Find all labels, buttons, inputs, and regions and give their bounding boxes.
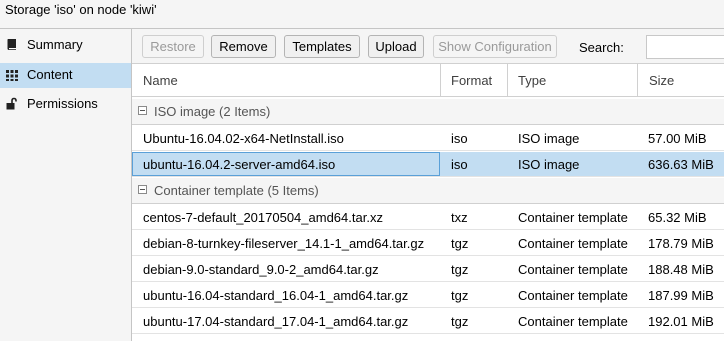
cell-type: Container template: [518, 288, 628, 303]
cell-size: 192.01 MiB: [648, 314, 714, 329]
search-label: Search:: [579, 40, 624, 55]
table-row[interactable]: ubuntu-16.04-standard_16.04-1_amd64.tar.…: [132, 283, 724, 308]
column-divider[interactable]: [637, 64, 638, 97]
table-row[interactable]: centos-7-default_20170504_amd64.tar.xz t…: [132, 205, 724, 230]
sidebar-item-label: Content: [27, 67, 73, 82]
cell-size: 188.48 MiB: [648, 262, 714, 277]
column-divider[interactable]: [507, 64, 508, 97]
cell-format: tgz: [451, 262, 469, 277]
cell-type: ISO image: [518, 157, 580, 172]
cell-type: Container template: [518, 236, 628, 251]
cell-type: Container template: [518, 262, 628, 277]
cell-size: 178.79 MiB: [648, 236, 714, 251]
table-row[interactable]: debian-8-turnkey-fileserver_14.1-1_amd64…: [132, 231, 724, 256]
cell-format: iso: [451, 157, 468, 172]
remove-button[interactable]: Remove: [211, 35, 276, 58]
collapse-icon[interactable]: [138, 185, 147, 194]
cell-format: tgz: [451, 288, 469, 303]
sidebar-item-label: Summary: [27, 37, 83, 52]
upload-button[interactable]: Upload: [368, 35, 424, 58]
cell-name: debian-9.0-standard_9.0-2_amd64.tar.gz: [143, 262, 379, 277]
sidebar-item-content[interactable]: Content: [0, 63, 131, 88]
column-header-size[interactable]: Size: [649, 64, 674, 97]
grid-header: Name Format Type Size: [132, 63, 724, 97]
column-header-format[interactable]: Format: [451, 64, 492, 97]
cell-name: Ubuntu-16.04.02-x64-NetInstall.iso: [143, 131, 344, 146]
group-label: ISO image (2 Items): [154, 104, 271, 119]
templates-button[interactable]: Templates: [284, 35, 360, 58]
table-row[interactable]: ubuntu-17.04-standard_17.04-1_amd64.tar.…: [132, 309, 724, 334]
cell-format: txz: [451, 210, 468, 225]
toolbar: Restore Remove Templates Upload Show Con…: [132, 29, 724, 63]
table-row[interactable]: Ubuntu-16.04.02-x64-NetInstall.iso iso I…: [132, 126, 724, 151]
group-header-iso[interactable]: ISO image (2 Items): [132, 99, 724, 125]
cell-format: iso: [451, 131, 468, 146]
cell-size: 65.32 MiB: [648, 210, 707, 225]
cell-name: centos-7-default_20170504_amd64.tar.xz: [143, 210, 383, 225]
cell-type: Container template: [518, 210, 628, 225]
group-label: Container template (5 Items): [154, 183, 319, 198]
cell-name: ubuntu-16.04-standard_16.04-1_amd64.tar.…: [143, 288, 409, 303]
cell-size: 636.63 MiB: [648, 157, 714, 172]
table-row[interactable]: debian-9.0-standard_9.0-2_amd64.tar.gz t…: [132, 257, 724, 282]
grid-icon: [6, 70, 18, 81]
sidebar-item-summary[interactable]: Summary: [0, 33, 131, 58]
cell-name: debian-8-turnkey-fileserver_14.1-1_amd64…: [143, 236, 425, 251]
column-header-name[interactable]: Name: [143, 64, 178, 97]
sidebar: Summary Content Permissions: [0, 29, 132, 341]
unlock-icon: [6, 97, 17, 110]
search-input[interactable]: [646, 35, 724, 59]
sidebar-item-permissions[interactable]: Permissions: [0, 92, 131, 117]
cell-format: tgz: [451, 236, 469, 251]
cell-type: ISO image: [518, 131, 580, 146]
content-grid: Name Format Type Size ISO image (2 Items…: [132, 63, 724, 341]
sidebar-item-label: Permissions: [27, 96, 98, 111]
cell-size: 57.00 MiB: [648, 131, 707, 146]
group-header-container-template[interactable]: Container template (5 Items): [132, 178, 724, 204]
book-icon: [7, 39, 16, 50]
cell-size: 187.99 MiB: [648, 288, 714, 303]
window-title: Storage 'iso' on node 'kiwi': [5, 2, 157, 17]
cell-type: Container template: [518, 314, 628, 329]
cell-name: ubuntu-16.04.2-server-amd64.iso: [143, 157, 336, 172]
column-divider[interactable]: [440, 64, 441, 97]
restore-button[interactable]: Restore: [142, 35, 204, 58]
cell-name: ubuntu-17.04-standard_17.04-1_amd64.tar.…: [143, 314, 409, 329]
table-row-selected[interactable]: ubuntu-16.04.2-server-amd64.iso iso ISO …: [132, 152, 724, 177]
column-header-type[interactable]: Type: [518, 64, 546, 97]
collapse-icon[interactable]: [138, 106, 147, 115]
window-titlebar: Storage 'iso' on node 'kiwi': [0, 0, 724, 29]
cell-format: tgz: [451, 314, 469, 329]
show-configuration-button[interactable]: Show Configuration: [433, 35, 557, 58]
